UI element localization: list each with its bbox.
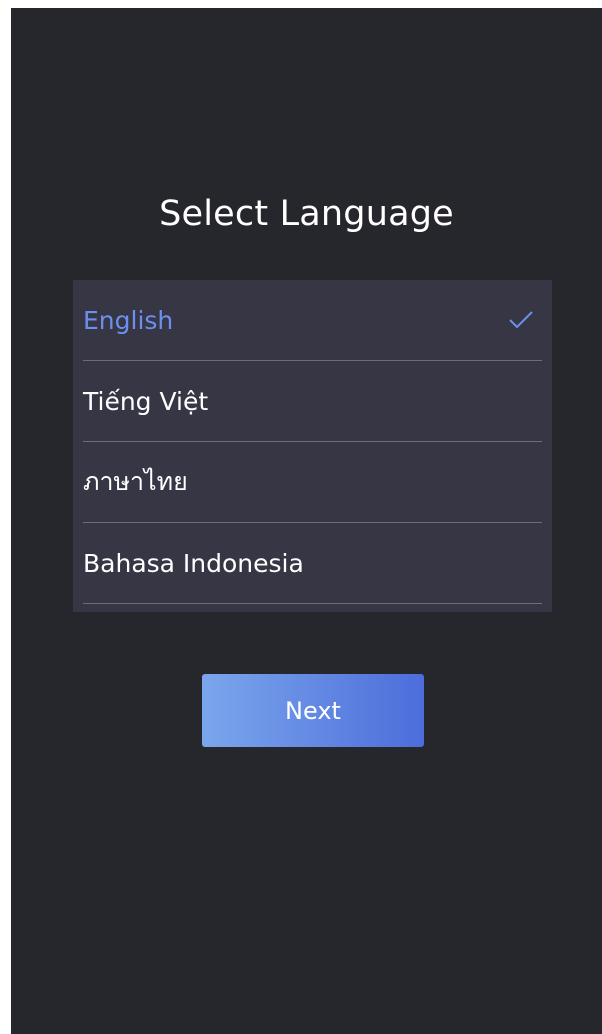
language-item-english[interactable]: English <box>83 280 542 361</box>
page-title: Select Language <box>159 194 454 234</box>
language-item-label: English <box>83 305 174 335</box>
language-item-vietnamese[interactable]: Tiếng Việt <box>83 361 542 442</box>
language-item-indonesian[interactable]: Bahasa Indonesia <box>83 523 542 604</box>
language-item-label: Tiếng Việt <box>83 386 209 416</box>
language-item-thai[interactable]: ภาษาไทย <box>83 442 542 523</box>
language-item-label: ภาษาไทย <box>83 467 188 496</box>
language-item-label: Bahasa Indonesia <box>83 548 304 578</box>
next-button[interactable]: Next <box>202 674 424 747</box>
screen: Select Language English Tiếng Việt ภาษาไ… <box>11 8 602 1034</box>
check-icon <box>509 311 533 329</box>
language-list: English Tiếng Việt ภาษาไทย Bahasa Indone… <box>73 280 552 612</box>
